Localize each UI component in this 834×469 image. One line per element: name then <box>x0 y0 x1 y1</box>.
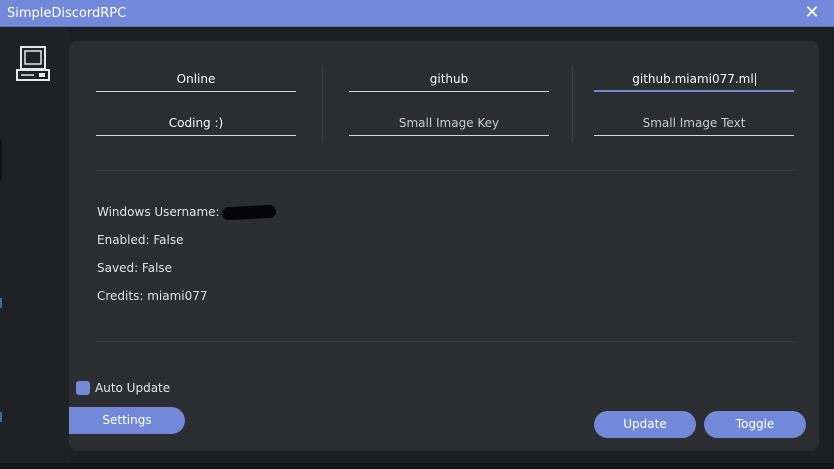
update-button[interactable]: Update <box>594 411 696 438</box>
auto-update-checkbox[interactable] <box>76 381 90 395</box>
computer-icon <box>16 46 50 81</box>
small-image-key-placeholder: Small Image Key <box>398 116 500 130</box>
sidebar <box>0 27 69 463</box>
section-divider <box>96 341 794 342</box>
auto-update-label: Auto Update <box>95 381 171 395</box>
small-image-key-field[interactable]: Small Image Key <box>349 110 549 136</box>
windows-username: Windows Username: <box>97 204 276 221</box>
details-field[interactable]: Online <box>96 66 296 92</box>
title-bar: SimpleDiscordRPC ✕ <box>0 0 834 27</box>
edge-marker <box>0 412 2 422</box>
small-image-text-placeholder: Small Image Text <box>642 116 746 130</box>
main-panel: Online github github.miami077.ml Coding … <box>69 41 819 451</box>
column-divider <box>322 65 323 143</box>
credits-text: Credits: miami077 <box>97 289 208 303</box>
section-divider <box>96 170 794 171</box>
saved-status: Saved: False <box>97 261 173 275</box>
windows-username-label: Windows Username: <box>97 205 220 219</box>
details-value: Online <box>176 72 216 86</box>
redacted-username <box>221 204 276 221</box>
column-divider <box>572 65 573 143</box>
large-image-key-value: github <box>429 72 469 86</box>
text-caret <box>754 73 756 86</box>
window-title: SimpleDiscordRPC <box>7 6 127 21</box>
large-image-text-field[interactable]: github.miami077.ml <box>594 66 794 92</box>
toggle-button[interactable]: Toggle <box>704 411 806 438</box>
edge-marker <box>0 298 2 308</box>
window-edge <box>0 140 2 180</box>
close-icon[interactable]: ✕ <box>804 4 820 22</box>
large-image-key-field[interactable]: github <box>349 66 549 92</box>
taskbar-strip <box>0 463 834 469</box>
large-image-text-value: github.miami077.ml <box>632 72 754 86</box>
small-image-text-field[interactable]: Small Image Text <box>594 110 794 136</box>
state-field[interactable]: Coding :) <box>96 110 296 136</box>
enabled-status: Enabled: False <box>97 233 184 247</box>
settings-button[interactable]: Settings <box>69 407 185 434</box>
state-value: Coding :) <box>168 116 224 130</box>
